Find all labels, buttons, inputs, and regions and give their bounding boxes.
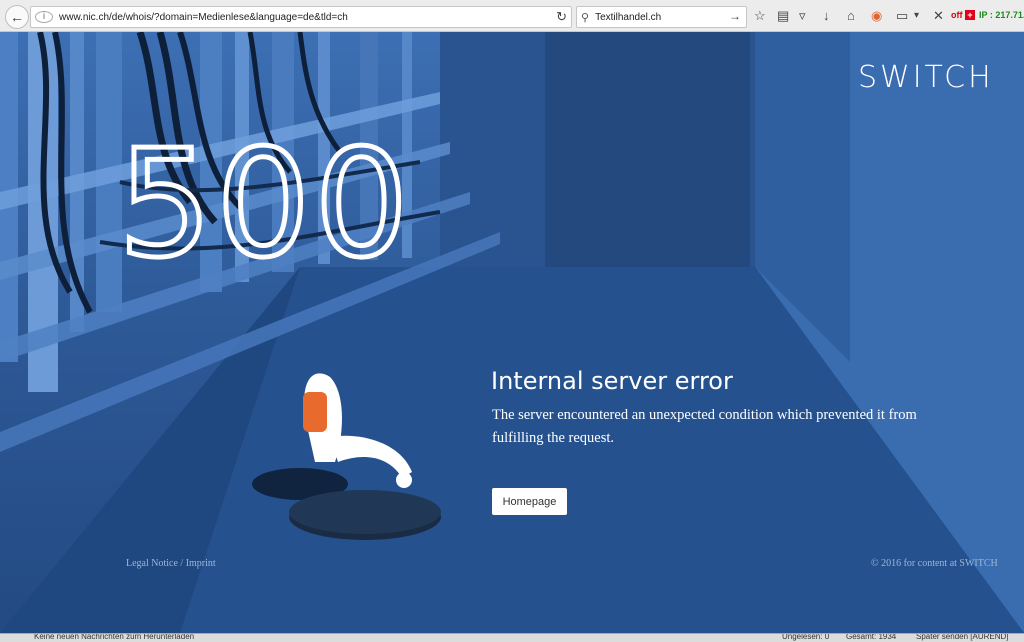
legal-notice-link[interactable]: Legal Notice / Imprint [126, 558, 216, 569]
search-go-icon[interactable]: → [729, 9, 741, 23]
download-icon[interactable]: ↓ [823, 8, 830, 24]
menu-icon[interactable]: ▾ [914, 8, 919, 24]
copyright-text: © 2016 for content at SWITCH [871, 558, 998, 569]
send-later[interactable]: Später senden [AUREND] [916, 634, 1009, 641]
unread-count: Ungelesen: 0 [782, 633, 830, 641]
close-icon[interactable]: ✕ [933, 8, 944, 24]
url-text: www.nic.ch/de/whois/?domain=Medienlese&l… [59, 11, 348, 23]
error-page: SWITCH 500 Internal server error The ser… [0, 32, 1024, 633]
color-wheel-icon[interactable]: ◉ [871, 8, 882, 24]
error-code: 500 [116, 118, 413, 290]
pocket-icon[interactable]: ▿ [799, 8, 806, 24]
search-value: Textilhandel.ch [595, 11, 662, 23]
browser-toolbar: ← i www.nic.ch/de/whois/?domain=Medienle… [0, 0, 1024, 32]
homepage-button[interactable]: Homepage [492, 488, 567, 515]
star-icon[interactable]: ☆ [754, 8, 766, 24]
back-button[interactable]: ← [5, 5, 29, 29]
swiss-flag-icon: + [965, 10, 975, 20]
error-message: The server encountered an unexpected con… [492, 407, 917, 446]
home-icon[interactable]: ⌂ [847, 8, 855, 24]
search-icon: ⚲ [581, 11, 590, 24]
total-count: Gesamt: 1934 [846, 633, 897, 641]
info-icon[interactable]: i [35, 11, 53, 23]
addon-off-badge[interactable]: off [951, 10, 963, 20]
reload-icon[interactable]: ↻ [556, 9, 567, 25]
switch-logo[interactable]: SWITCH [858, 60, 994, 95]
address-bar[interactable]: i www.nic.ch/de/whois/?domain=Medienlese… [30, 6, 572, 28]
back-arrow-icon: ← [10, 9, 24, 25]
status-message: Keine neuen Nachrichten zum Herunterlade… [34, 633, 195, 641]
reading-list-icon[interactable]: ▤ [777, 8, 789, 24]
search-field[interactable]: ⚲ Textilhandel.ch → [576, 6, 747, 28]
error-title: Internal server error [491, 367, 733, 395]
clipboard-icon[interactable]: ▭ [896, 8, 908, 24]
ip-label: IP : 217.71.2 [979, 10, 1024, 20]
